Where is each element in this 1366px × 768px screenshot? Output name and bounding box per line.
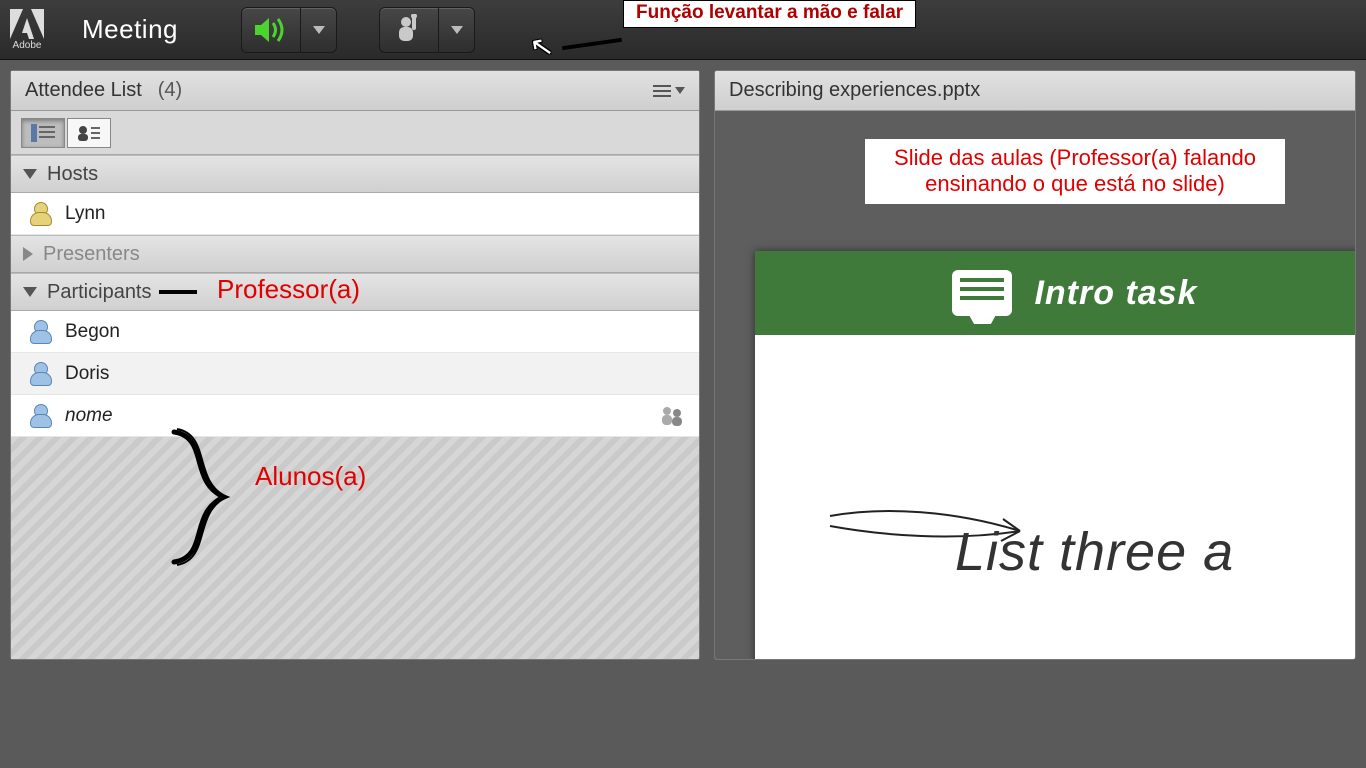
annotation-dash — [159, 290, 197, 294]
attendee-row-host[interactable]: Lynn — [11, 193, 699, 235]
status-icon — [659, 405, 685, 427]
slide-callout-text: Slide das aulas (Professor(a) falando en… — [894, 145, 1256, 196]
presentation-icon — [952, 270, 1012, 316]
section-hosts-label: Hosts — [47, 163, 98, 186]
list-view-icon — [31, 124, 55, 142]
attendee-name: nome — [65, 405, 113, 427]
slide-banner: Intro task — [755, 251, 1355, 335]
chevron-down-icon — [313, 26, 325, 34]
attendee-row[interactable]: Doris — [11, 353, 699, 395]
meeting-menu[interactable]: Meeting — [82, 14, 178, 45]
slide: Intro task List three a — [755, 251, 1355, 659]
annotation-host-role: Professor(a) — [217, 274, 360, 305]
chevron-down-icon — [675, 87, 685, 94]
section-hosts[interactable]: Hosts — [11, 155, 699, 193]
share-panel: Describing experiences.pptx Slide das au… — [714, 70, 1356, 660]
attendee-list-panel: Attendee List (4) — [10, 70, 700, 660]
share-panel-header: Describing experiences.pptx — [715, 71, 1355, 111]
section-presenters[interactable]: Presenters — [11, 235, 699, 273]
annotation-participants-role: Alunos(a) — [255, 461, 366, 492]
chevron-down-icon — [451, 26, 463, 34]
participant-icon — [29, 320, 51, 344]
adobe-logo: Adobe — [10, 9, 44, 51]
raise-hand-icon — [392, 14, 426, 46]
slide-body-text: List three a — [955, 521, 1234, 583]
chevron-down-icon — [23, 287, 37, 297]
attendee-view-tabs — [11, 111, 699, 155]
view-tab-list[interactable] — [21, 118, 65, 148]
participant-icon — [29, 404, 51, 428]
raise-hand-dropdown[interactable] — [439, 7, 475, 53]
speaker-button[interactable] — [241, 7, 301, 53]
menu-icon — [653, 85, 671, 97]
slide-callout: Slide das aulas (Professor(a) falando en… — [865, 139, 1285, 204]
chevron-right-icon — [23, 247, 33, 261]
speaker-icon — [253, 15, 289, 45]
panels-row: Attendee List (4) — [0, 60, 1366, 660]
raise-hand-button[interactable] — [379, 7, 439, 53]
callout-text: Função levantar a mão e falar — [636, 2, 903, 23]
share-body: Slide das aulas (Professor(a) falando en… — [715, 111, 1355, 659]
adobe-logo-icon — [10, 9, 44, 39]
speaker-dropdown[interactable] — [301, 7, 337, 53]
attendee-count: (4) — [158, 79, 182, 102]
share-file-name: Describing experiences.pptx — [729, 79, 980, 102]
chevron-down-icon — [23, 169, 37, 179]
speaker-button-group — [241, 7, 337, 53]
attendee-name: Begon — [65, 321, 120, 343]
host-icon — [29, 202, 51, 226]
section-participants-label: Participants — [47, 281, 152, 304]
card-view-icon — [77, 124, 101, 142]
raise-hand-button-group — [379, 7, 475, 53]
attendee-row[interactable]: Begon — [11, 311, 699, 353]
attendee-panel-menu[interactable] — [653, 85, 685, 97]
attendee-panel-header: Attendee List (4) — [11, 71, 699, 111]
attendee-name: Doris — [65, 363, 109, 385]
raise-hand-callout: Função levantar a mão e falar — [623, 0, 916, 28]
view-tab-card[interactable] — [67, 118, 111, 148]
attendee-row[interactable]: nome — [11, 395, 699, 437]
adobe-logo-text: Adobe — [13, 40, 42, 51]
section-presenters-label: Presenters — [43, 243, 140, 266]
slide-banner-text: Intro task — [1034, 274, 1197, 313]
attendee-name: Lynn — [65, 203, 106, 225]
participant-icon — [29, 362, 51, 386]
attendee-panel-title: Attendee List — [25, 79, 142, 102]
